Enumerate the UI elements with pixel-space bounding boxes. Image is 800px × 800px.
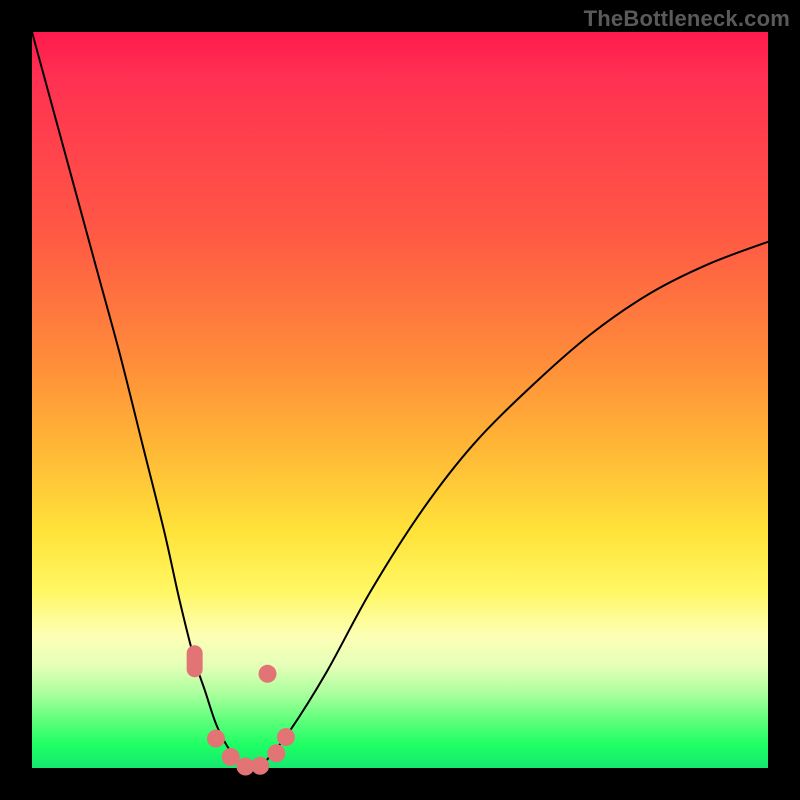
- chart-frame: TheBottleneck.com: [0, 0, 800, 800]
- curve-marker: [187, 645, 203, 677]
- curve-marker: [267, 744, 285, 762]
- curve-marker: [251, 757, 269, 775]
- curve-marker: [207, 730, 225, 748]
- bottleneck-curve: [32, 32, 768, 768]
- plot-area: [32, 32, 768, 768]
- curve-marker: [277, 728, 295, 746]
- curve-marker: [259, 665, 277, 683]
- curve-layer: [32, 32, 768, 768]
- curve-marker: [222, 748, 240, 766]
- watermark-text: TheBottleneck.com: [584, 6, 790, 32]
- curve-markers: [187, 645, 295, 775]
